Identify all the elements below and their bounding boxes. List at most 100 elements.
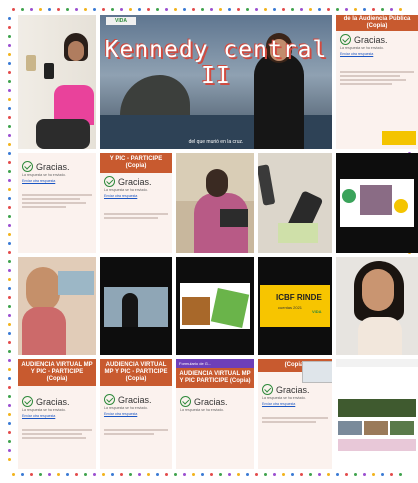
- person-pants: [36, 119, 90, 149]
- form-tile-row4-a: AUDIENCIA VIRTUAL MP Y PIC - PARTICIPE (…: [18, 359, 96, 469]
- border-dot: [8, 368, 11, 371]
- thanks-text: Gracias.: [194, 396, 228, 407]
- border-dot: [8, 332, 11, 335]
- border-dot: [327, 8, 330, 11]
- border-dot: [318, 8, 321, 11]
- form-tile-row2-a: Gracias. La respuesta se ha enviado. Env…: [18, 153, 96, 253]
- slide-screen: [180, 283, 250, 329]
- border-dot: [264, 8, 267, 11]
- border-dot: [183, 8, 186, 11]
- border-dot: [336, 8, 339, 11]
- divider: [104, 213, 168, 215]
- border-dot: [12, 473, 15, 476]
- check-icon: [22, 161, 33, 172]
- border-dot: [12, 8, 15, 11]
- other-response-link[interactable]: Enviar otra respuesta: [258, 401, 332, 407]
- border-dot: [147, 8, 150, 11]
- border-dot: [8, 449, 11, 452]
- person-shirt: [358, 317, 402, 355]
- divider: [340, 71, 414, 73]
- border-dot: [156, 8, 159, 11]
- border-dot: [372, 8, 375, 11]
- text-line: [340, 79, 406, 81]
- border-dot: [57, 473, 60, 476]
- other-response-link[interactable]: Enviar otra respuesta: [18, 413, 96, 419]
- border-dot: [120, 8, 123, 11]
- other-response-link[interactable]: Enviar otra respuesta: [336, 51, 418, 57]
- border-dot: [8, 260, 11, 263]
- paper: [278, 223, 318, 243]
- border-dot: [8, 314, 11, 317]
- video-tile-interpreter-small: [100, 257, 172, 355]
- border-dot: [8, 404, 11, 407]
- form-header: AUDIENCIA VIRTUAL MP Y PIC PARTICIPE (Co…: [176, 368, 254, 388]
- check-icon: [104, 394, 115, 405]
- border-dot: [66, 473, 69, 476]
- text-line: [104, 217, 158, 219]
- border-dot: [8, 422, 11, 425]
- border-dot: [8, 98, 11, 101]
- border-dot: [111, 8, 114, 11]
- border-dot: [399, 473, 402, 476]
- thumbnail-image: [338, 421, 362, 435]
- border-dot: [8, 53, 11, 56]
- border-dot: [8, 188, 11, 191]
- slide-subtitle: cuentas 2021: [278, 305, 303, 310]
- border-dot: [8, 251, 11, 254]
- border-dot: [102, 473, 105, 476]
- interpreter-body: [122, 293, 138, 327]
- thumbnail-image: [382, 131, 416, 145]
- video-tile-presenter-sign-language: VIDA Kennedy central II del que murió en…: [100, 15, 332, 149]
- other-response-link[interactable]: Enviar otra respuesta: [100, 193, 172, 199]
- phone-icon: [258, 164, 276, 206]
- border-dot: [93, 473, 96, 476]
- video-tile-icbf-slide: ICBF RINDE cuentas 2021 VIDA: [258, 257, 332, 355]
- border-dot: [8, 278, 11, 281]
- form-header: AUDIENCIA VIRTUAL MP Y PIC - PARTICIPE (…: [18, 359, 96, 386]
- border-dot: [354, 8, 357, 11]
- browser-app-bar[interactable]: Formulario de G...: [176, 359, 254, 368]
- border-dot: [300, 473, 303, 476]
- text-line: [22, 433, 82, 435]
- border-dot: [66, 8, 69, 11]
- border-dot: [381, 473, 384, 476]
- person-face: [26, 267, 60, 311]
- person-hair: [206, 169, 228, 197]
- text-line: [340, 75, 400, 77]
- person-face: [362, 269, 394, 311]
- border-dot: [300, 8, 303, 11]
- text-line: [22, 206, 66, 208]
- border-dot: [8, 269, 11, 272]
- leaf-logo: [342, 189, 356, 203]
- border-dot: [372, 473, 375, 476]
- border-dot: [354, 473, 357, 476]
- slide-photo: [360, 185, 392, 215]
- check-icon: [104, 176, 115, 187]
- border-dot: [8, 89, 11, 92]
- text-line: [104, 433, 154, 435]
- border-dot: [8, 71, 11, 74]
- thanks-text: Gracias.: [276, 384, 310, 395]
- border-dot: [8, 350, 11, 353]
- thumbnail-image: [364, 421, 388, 435]
- border-dot: [8, 80, 11, 83]
- check-icon: [22, 396, 33, 407]
- border-dot: [201, 473, 204, 476]
- border-dot: [8, 458, 11, 461]
- text-line: [340, 83, 392, 85]
- border-dot: [48, 8, 51, 11]
- thanks-text: Gracias.: [354, 34, 388, 45]
- shared-screen-thumbnail: [58, 271, 94, 295]
- web-page-tile: [336, 359, 418, 469]
- other-response-link[interactable]: Enviar otra respuesta: [100, 411, 172, 417]
- border-dot: [102, 8, 105, 11]
- other-response-link[interactable]: Enviar otra respuesta: [18, 178, 96, 184]
- logo-badge: VIDA: [312, 309, 322, 314]
- border-dot: [8, 26, 11, 29]
- border-dot: [8, 323, 11, 326]
- border-dot: [129, 8, 132, 11]
- border-dot: [8, 440, 11, 443]
- thanks-text: Gracias.: [36, 161, 70, 172]
- border-dot: [246, 8, 249, 11]
- check-icon: [262, 384, 273, 395]
